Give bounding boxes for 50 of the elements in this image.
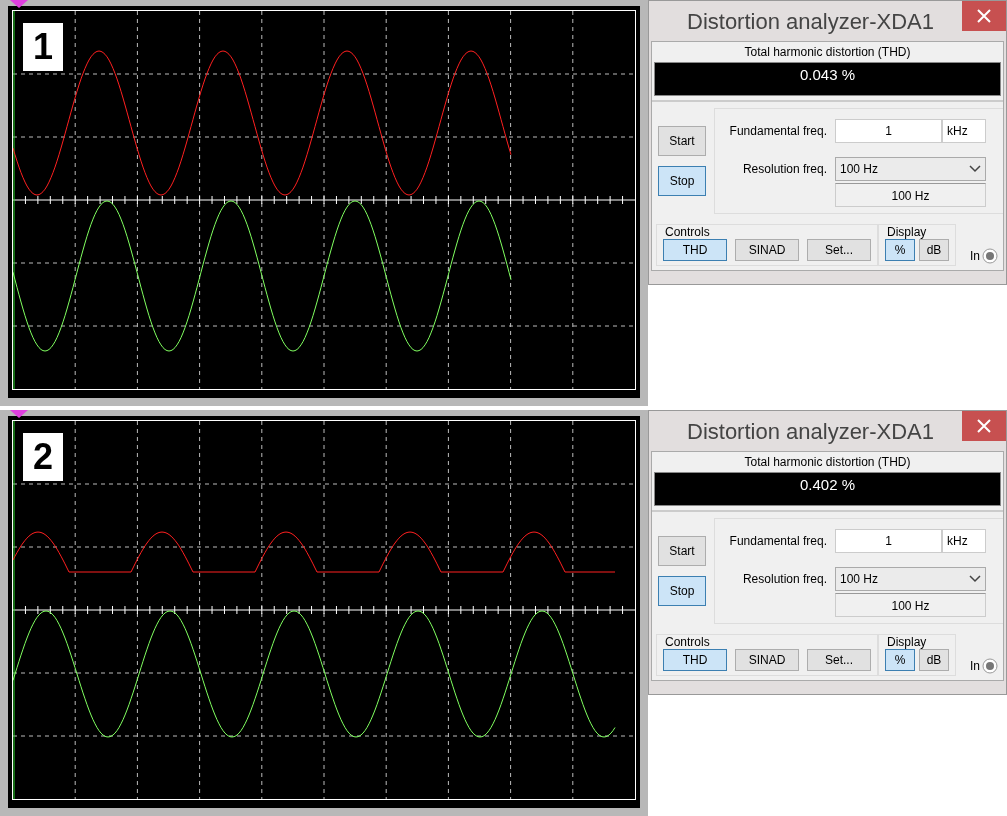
unit-button[interactable]: % — [885, 649, 915, 671]
reading-display: 0.402 % — [654, 472, 1001, 506]
group-label: Display — [885, 635, 929, 649]
input-label: In — [970, 249, 980, 263]
input-terminal-icon — [982, 248, 998, 264]
resolution-readout: 100 Hz — [835, 183, 986, 207]
mode-button[interactable]: SINAD — [735, 649, 799, 671]
measurement-heading: Total harmonic distortion (THD) — [743, 44, 912, 61]
reading-display: 0.043 % — [654, 62, 1001, 96]
window-title: Distortion analyzer-XDA1 — [686, 8, 935, 35]
trigger-marker-icon — [10, 410, 28, 418]
unit-label: kHz — [942, 119, 986, 143]
group-label: Controls — [663, 635, 712, 649]
input-terminal-icon — [982, 658, 998, 674]
mode-button[interactable]: SINAD — [735, 239, 799, 261]
close-button[interactable] — [962, 1, 1006, 31]
chevron-icon — [969, 165, 981, 173]
field-label: Fundamental freq. — [728, 124, 827, 138]
unit-label: kHz — [942, 529, 986, 553]
resolution-dropdown[interactable]: 100 Hz — [835, 567, 986, 591]
panel-number: 1 — [23, 23, 63, 71]
frequency-input[interactable]: 1 — [835, 119, 942, 143]
close-icon — [977, 419, 991, 433]
field-label: Resolution freq. — [741, 572, 827, 586]
chevron-icon — [969, 575, 981, 583]
mode-button[interactable]: THD — [663, 649, 727, 671]
field-label: Fundamental freq. — [728, 534, 827, 548]
mode-button[interactable]: THD — [663, 239, 727, 261]
panel-number: 2 — [23, 433, 63, 481]
resolution-dropdown[interactable]: 100 Hz — [835, 157, 986, 181]
window-title: Distortion analyzer-XDA1 — [686, 418, 935, 445]
close-button[interactable] — [962, 411, 1006, 441]
group-label: Display — [885, 225, 929, 239]
unit-button[interactable]: dB — [919, 649, 949, 671]
run-button[interactable]: Start — [658, 126, 706, 156]
close-icon — [977, 9, 991, 23]
measurement-heading: Total harmonic distortion (THD) — [743, 454, 912, 471]
unit-button[interactable]: dB — [919, 239, 949, 261]
run-button[interactable]: Stop — [658, 166, 706, 196]
run-button[interactable]: Start — [658, 536, 706, 566]
trigger-marker-icon — [10, 0, 28, 8]
field-label: Resolution freq. — [741, 162, 827, 176]
mode-button[interactable]: Set... — [807, 239, 871, 261]
input-label: In — [970, 659, 980, 673]
group-label: Controls — [663, 225, 712, 239]
resolution-readout: 100 Hz — [835, 593, 986, 617]
frequency-input[interactable]: 1 — [835, 529, 942, 553]
run-button[interactable]: Stop — [658, 576, 706, 606]
mode-button[interactable]: Set... — [807, 649, 871, 671]
unit-button[interactable]: % — [885, 239, 915, 261]
